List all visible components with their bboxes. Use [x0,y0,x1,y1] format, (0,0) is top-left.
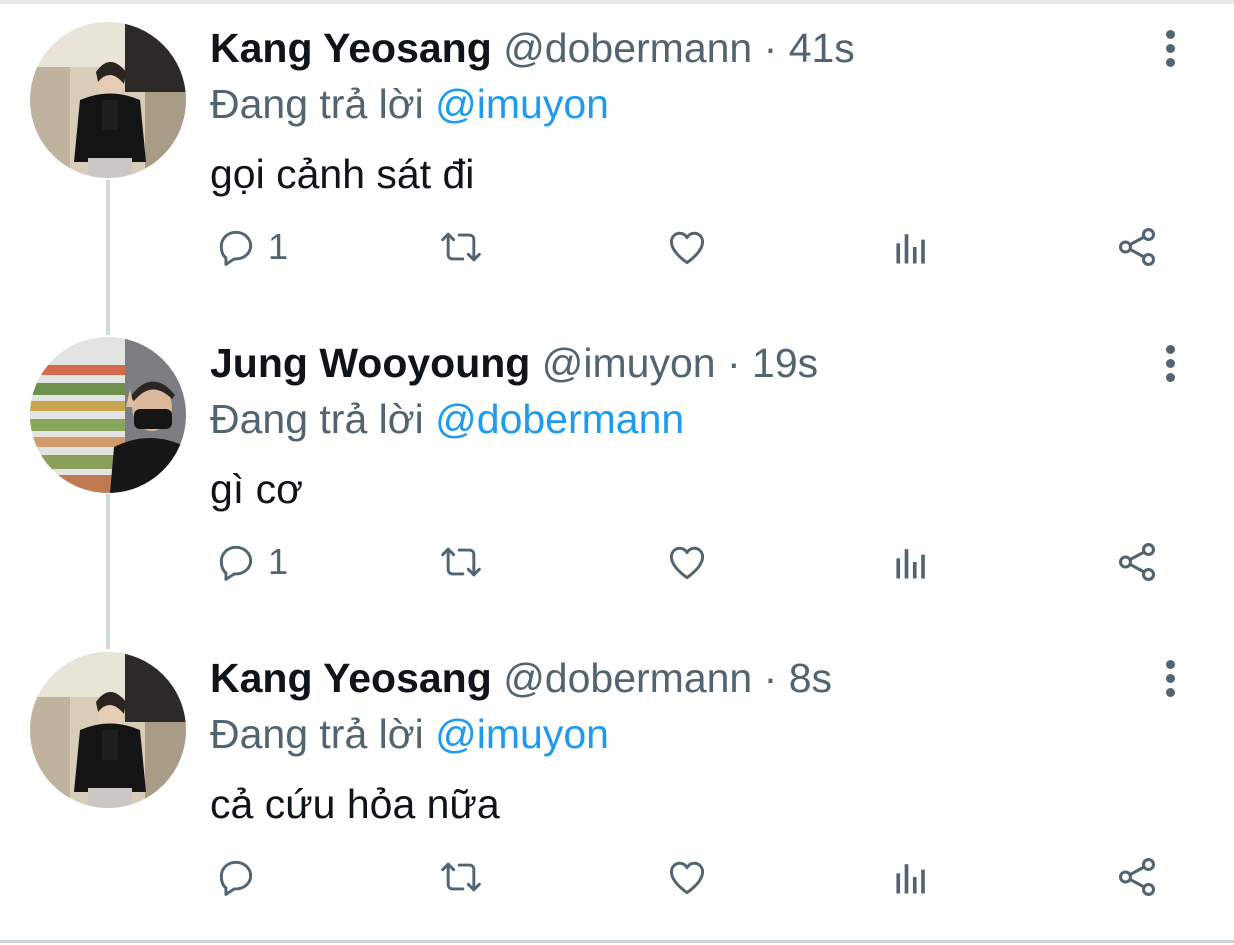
replying-to: Đang trả lời @dobermann [210,393,1150,445]
reply-button[interactable]: 1 [214,222,288,272]
timestamp[interactable]: 19s [752,340,818,386]
user-handle[interactable]: @imuyon [542,340,716,386]
more-vertical-icon[interactable] [1158,345,1182,385]
display-name[interactable]: Kang Yeosang [210,25,492,71]
reply-icon [219,860,253,896]
reply-count: 1 [268,226,289,267]
heart-icon [669,861,705,895]
replying-to-link[interactable]: @imuyon [435,711,609,757]
display-name[interactable]: Jung Wooyoung [210,340,530,386]
reply-icon [219,230,253,266]
analytics-button[interactable] [890,222,934,272]
replying-prefix: Đang trả lời [210,81,424,127]
retweet-button[interactable] [436,537,486,587]
tweet-actions: 1 [210,537,1170,587]
reply-button[interactable] [214,852,268,902]
replying-prefix: Đang trả lời [210,711,424,757]
replying-to: Đang trả lời @imuyon [210,78,1150,130]
separator-dot: · [726,340,741,386]
tweet-text: cả cứu hỏa nữa [210,781,500,827]
replying-prefix: Đang trả lời [210,396,424,442]
avatar[interactable] [30,337,186,493]
share-button[interactable] [1114,852,1160,902]
avatar[interactable] [30,652,186,808]
tweet-actions [210,852,1170,902]
analytics-button[interactable] [890,537,934,587]
timestamp[interactable]: 41s [789,25,855,71]
user-handle[interactable]: @dobermann [503,655,752,701]
more-vertical-icon[interactable] [1158,30,1182,70]
avatar[interactable] [30,22,186,178]
separator-dot: · [763,655,778,701]
retweet-icon [441,547,481,577]
analytics-icon [896,234,925,264]
more-vertical-icon[interactable] [1158,660,1182,700]
reply-icon [219,545,253,581]
tweet[interactable]: Jung Wooyoung @imuyon · 19s Đang trả lời… [0,315,1234,630]
retweet-button[interactable] [436,222,486,272]
heart-icon [669,546,705,580]
replying-to: Đang trả lời @imuyon [210,708,1150,760]
reply-count: 1 [268,541,289,582]
like-button[interactable] [664,852,710,902]
tweet-header: Jung Wooyoung @imuyon · 19s [210,337,1150,389]
reply-button[interactable]: 1 [214,537,288,587]
retweet-icon [441,862,481,892]
tweet-header: Kang Yeosang @dobermann · 8s [210,652,1150,704]
tweet-actions: 1 [210,222,1170,272]
share-icon [1118,543,1156,581]
share-icon [1118,858,1156,896]
separator-dot: · [763,25,778,71]
like-button[interactable] [664,222,710,272]
analytics-icon [896,864,925,894]
like-button[interactable] [664,537,710,587]
analytics-button[interactable] [890,852,934,902]
share-button[interactable] [1114,537,1160,587]
share-button[interactable] [1114,222,1160,272]
tweet-text: gì cơ [210,466,303,512]
timestamp[interactable]: 8s [789,655,832,701]
tweet-text: gọi cảnh sát đi [210,151,475,197]
display-name[interactable]: Kang Yeosang [210,655,492,701]
share-icon [1118,228,1156,266]
tweet-header: Kang Yeosang @dobermann · 41s [210,22,1150,74]
analytics-icon [896,549,925,579]
tweet[interactable]: Kang Yeosang @dobermann · 41s Đang trả l… [0,0,1234,315]
retweet-icon [441,232,481,262]
tweet[interactable]: Kang Yeosang @dobermann · 8s Đang trả lờ… [0,630,1234,945]
user-handle[interactable]: @dobermann [503,25,752,71]
replying-to-link[interactable]: @dobermann [435,396,684,442]
retweet-button[interactable] [436,852,486,902]
replying-to-link[interactable]: @imuyon [435,81,609,127]
heart-icon [669,231,705,265]
